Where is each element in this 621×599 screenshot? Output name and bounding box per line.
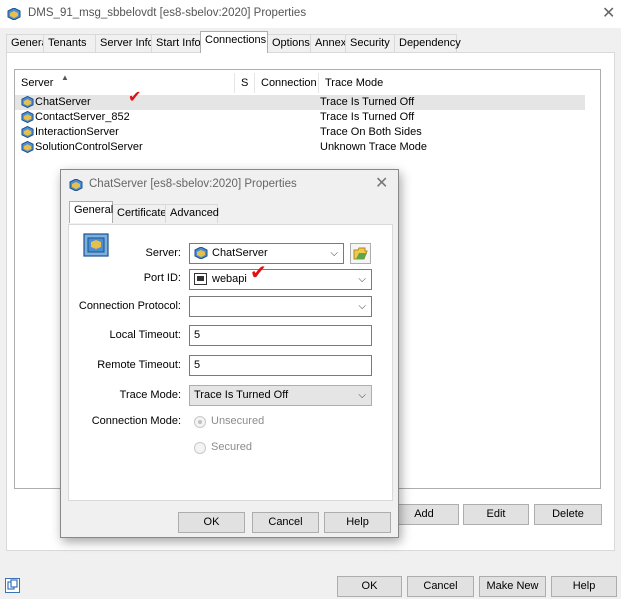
dialog-general-panel: Server: ChatServer ⌵ Port ID: webapi ✔ ⌵… (68, 224, 393, 501)
connection-properties-dialog: ChatServer [es8-sbelov:2020] Properties … (60, 169, 399, 538)
browse-button[interactable] (350, 243, 371, 264)
server-combo[interactable]: ChatServer ⌵ (189, 243, 344, 264)
ok-button[interactable]: OK (337, 576, 402, 597)
port-id-label: Port ID: (143, 272, 181, 284)
server-icon (194, 247, 208, 259)
trace-mode: Trace Is Turned Off (320, 96, 415, 108)
trace-mode-value: Trace Is Turned Off (194, 389, 289, 401)
tab-dependency[interactable]: Dependency (394, 34, 461, 53)
dialog-ok-button[interactable]: OK (178, 512, 245, 533)
dialog-cancel-button[interactable]: Cancel (252, 512, 319, 533)
tab-security[interactable]: Security (345, 34, 395, 53)
connection-protocol-combo[interactable]: ⌵ (189, 296, 372, 317)
window-title: DMS_91_msg_sbbelovdt [es8-sbelov:2020] P… (28, 7, 307, 19)
edit-button[interactable]: Edit (463, 504, 529, 525)
tab-start-info[interactable]: Start Info (151, 34, 201, 53)
tab-tenants[interactable]: Tenants (43, 34, 96, 53)
dialog-title: ChatServer [es8-sbelov:2020] Properties (89, 178, 297, 190)
column-header-s[interactable]: S (235, 73, 255, 93)
trace-mode-label: Trace Mode: (119, 389, 181, 401)
dialog-help-button[interactable]: Help (324, 512, 391, 533)
annotation-checkmark: ✔ (250, 262, 267, 284)
list-item[interactable]: ContactServer_852 Trace Is Turned Off (15, 110, 600, 125)
chevron-down-icon: ⌵ (358, 274, 366, 285)
chevron-down-icon: ⌵ (358, 390, 366, 401)
close-icon[interactable]: ✕ (375, 173, 388, 193)
title-bar: DMS_91_msg_sbbelovdt [es8-sbelov:2020] P… (0, 0, 621, 28)
local-timeout-field[interactable]: 5 (189, 325, 372, 346)
server-label: Server: (145, 247, 181, 259)
trace-mode: Unknown Trace Mode (320, 141, 427, 153)
secured-label: Secured (211, 441, 252, 453)
server-icon (7, 8, 21, 20)
list-item[interactable]: InteractionServer Trace On Both Sides (15, 125, 600, 140)
remote-timeout-field[interactable]: 5 (189, 355, 372, 376)
trace-mode-combo[interactable]: Trace Is Turned Off ⌵ (189, 385, 372, 406)
folder-open-icon (353, 247, 368, 260)
copy-icon[interactable] (5, 578, 20, 593)
add-button[interactable]: Add (389, 504, 459, 525)
port-id-value: webapi (212, 273, 247, 285)
delete-button[interactable]: Delete (534, 504, 602, 525)
server-large-icon (83, 233, 109, 257)
trace-mode: Trace On Both Sides (320, 126, 422, 138)
trace-mode: Trace Is Turned Off (320, 111, 415, 123)
tab-annex[interactable]: Annex (310, 34, 346, 53)
list-item[interactable]: ChatServer ✔ Trace Is Turned Off (15, 90, 585, 110)
tab-certificate[interactable]: Certificate (112, 204, 167, 223)
port-id-combo[interactable]: webapi ✔ ⌵ (189, 263, 372, 290)
unsecured-label: Unsecured (211, 415, 265, 427)
make-new-button[interactable]: Make New (479, 576, 546, 597)
list-item[interactable]: SolutionControlServer Unknown Trace Mode (15, 140, 600, 155)
tab-server-info[interactable]: Server Info (95, 34, 154, 53)
chevron-down-icon: ⌵ (358, 301, 366, 312)
tab-connections[interactable]: Connections (200, 31, 268, 53)
tab-general[interactable]: General (6, 34, 50, 53)
column-header-connection[interactable]: Connection ... (255, 73, 319, 93)
server-icon (21, 111, 34, 123)
port-icon (194, 273, 207, 285)
remote-timeout-label: Remote Timeout: (97, 359, 181, 371)
connection-protocol-label: Connection Protocol: (78, 300, 181, 312)
help-button[interactable]: Help (551, 576, 617, 597)
server-name: SolutionControlServer (35, 141, 143, 153)
column-header-server[interactable]: Server ▲ (15, 73, 235, 93)
chevron-down-icon: ⌵ (330, 248, 338, 259)
local-timeout-label: Local Timeout: (109, 329, 181, 341)
tab-advanced[interactable]: Advanced (165, 204, 219, 223)
server-icon (69, 179, 83, 191)
connection-mode-label: Connection Mode: (91, 415, 181, 427)
tab-general[interactable]: General (69, 201, 113, 223)
server-icon (21, 126, 34, 138)
sort-ascending-icon: ▲ (61, 73, 69, 82)
column-header-trace-mode[interactable]: Trace Mode (319, 73, 439, 93)
server-icon (21, 96, 34, 108)
unsecured-radio[interactable] (194, 416, 206, 428)
server-name: InteractionServer (35, 126, 119, 138)
annotation-checkmark: ✔ (128, 89, 142, 106)
secured-radio[interactable] (194, 442, 206, 454)
cancel-button[interactable]: Cancel (407, 576, 474, 597)
list-header: Server ▲ S Connection ... Trace Mode (15, 73, 600, 93)
server-icon (21, 141, 34, 153)
tab-options[interactable]: Options (267, 34, 311, 53)
server-value: ChatServer (212, 247, 268, 259)
server-name: ContactServer_852 (35, 111, 130, 123)
server-name: ChatServer (35, 96, 91, 108)
close-icon[interactable]: ✕ (602, 3, 615, 23)
